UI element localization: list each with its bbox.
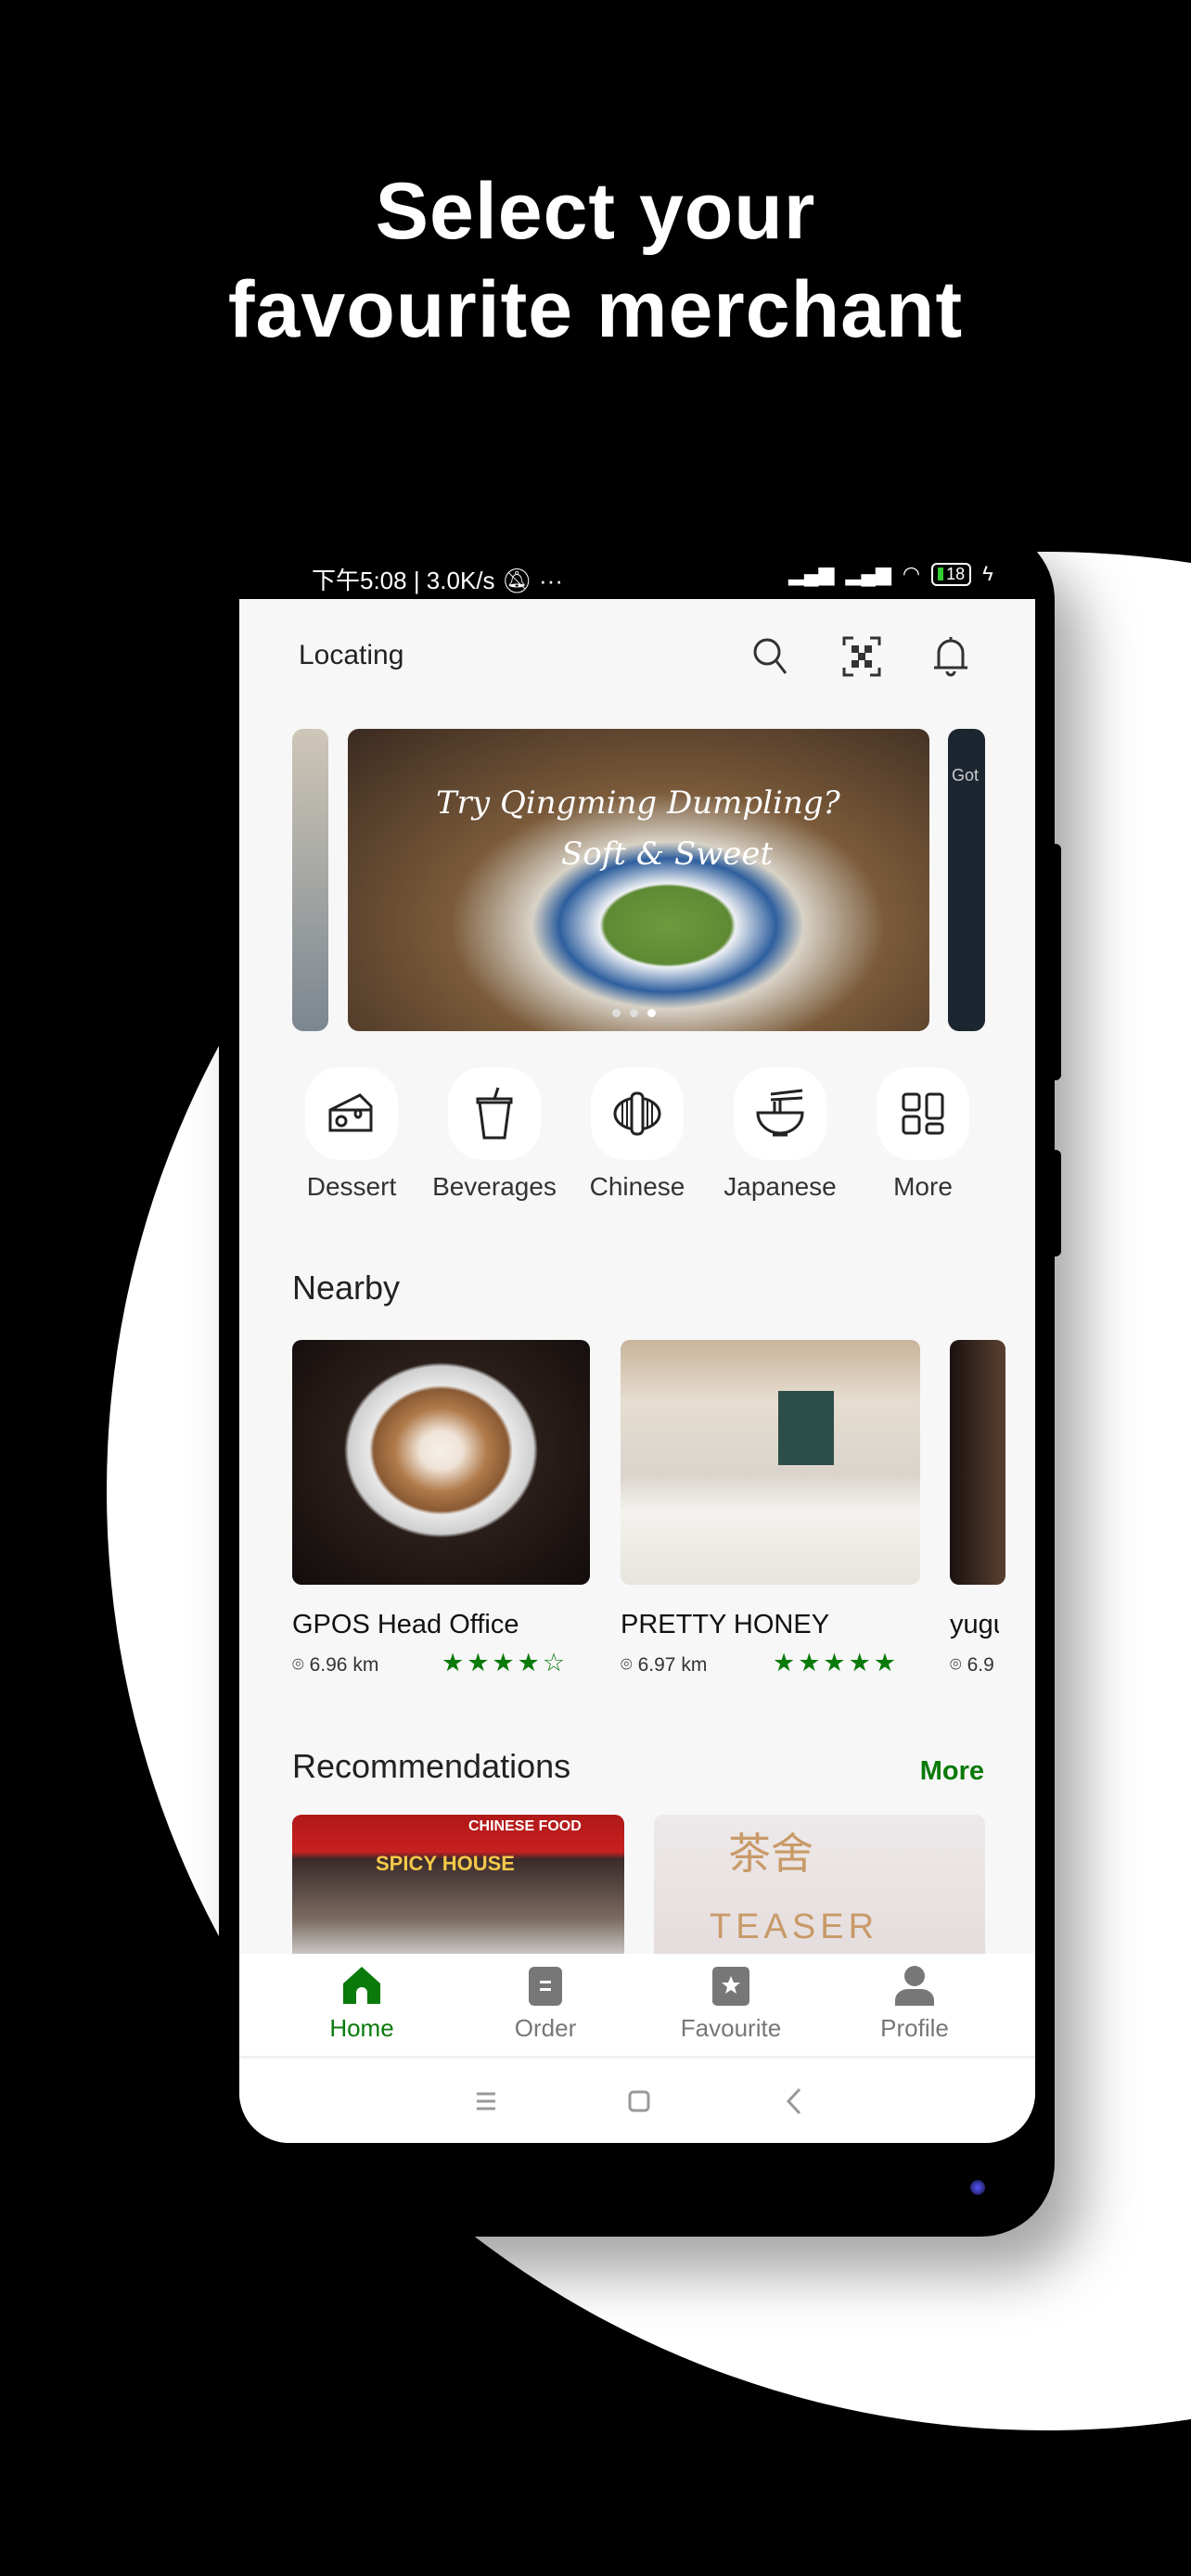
- nearby-image-pretty-honey[interactable]: [621, 1340, 920, 1585]
- order-icon: [529, 1967, 562, 2006]
- category-label: More: [893, 1172, 953, 1201]
- nearby-image-gpos[interactable]: [292, 1340, 590, 1585]
- category-chinese[interactable]: [591, 1067, 684, 1160]
- charging-icon: ϟ: [982, 562, 993, 585]
- merchant-distance: ⌾ 6.9: [950, 1654, 999, 1677]
- more-dots: ···: [539, 567, 563, 594]
- nav-favourite[interactable]: Favourite: [657, 1965, 805, 2043]
- bottom-nav: Home Order Favourite Profile: [239, 1954, 1035, 2058]
- drink-cup-icon: [476, 1087, 513, 1140]
- recommendations-more-link[interactable]: More: [920, 1756, 984, 1787]
- pager-dot[interactable]: [630, 1009, 638, 1017]
- power-button: [1048, 1150, 1061, 1256]
- banner-slide[interactable]: Try Qingming Dumpling? Soft & Sweet: [348, 729, 929, 1031]
- location-pin-icon: ⌾: [621, 1654, 633, 1676]
- qr-scan-icon[interactable]: [842, 636, 881, 677]
- nav-home[interactable]: Home: [288, 1965, 436, 2043]
- recommendations-heading: Recommendations: [292, 1747, 571, 1785]
- rating-stars: ★★★★★: [773, 1649, 900, 1677]
- banner-text-1: Try Qingming Dumpling?: [436, 784, 840, 822]
- cheese-cake-icon: [328, 1093, 373, 1132]
- status-bar-left: 下午5:08 | 3.0K/s 🔕︎ ···: [312, 562, 563, 596]
- category-dessert[interactable]: [305, 1067, 398, 1160]
- grid-icon: [902, 1092, 944, 1135]
- merchant-name[interactable]: GPOS Head Office: [292, 1610, 519, 1640]
- sign-text: TEASER: [710, 1907, 879, 1946]
- status-time: 下午5:08 | 3.0K/s: [312, 567, 495, 594]
- location-pin-icon: ⌾: [950, 1654, 962, 1676]
- banner-peek-text: Got: [952, 766, 980, 784]
- merchant-distance: ⌾ 6.96 km: [292, 1654, 378, 1677]
- nearby-heading: Nearby: [292, 1269, 401, 1307]
- banner-peek-left[interactable]: [292, 729, 328, 1031]
- status-bar-right: ▂▄▆ ▂▄▆ ◠ 18 ϟ: [788, 562, 993, 586]
- merchant-distance: ⌾ 6.97 km: [621, 1654, 707, 1677]
- nav-label: Home: [329, 2014, 394, 2042]
- recommendation-image-teaser[interactable]: 茶舍 TEASER: [654, 1815, 985, 1963]
- bell-icon[interactable]: [931, 634, 970, 679]
- camera-dot: [970, 2180, 985, 2195]
- banner-peek-right[interactable]: Got: [948, 729, 985, 1031]
- distance-value: 6.96 km: [309, 1654, 379, 1676]
- profile-icon: [895, 1966, 934, 2006]
- nav-profile[interactable]: Profile: [840, 1965, 989, 2043]
- distance-value: 6.97 km: [637, 1654, 708, 1676]
- noodle-bowl-icon: [756, 1089, 804, 1137]
- pager-dot-active[interactable]: [647, 1009, 656, 1017]
- banner-pager: [612, 1009, 656, 1017]
- search-icon[interactable]: [751, 636, 788, 677]
- battery-icon: 18: [931, 562, 972, 586]
- distance-value: 6.9: [967, 1654, 994, 1676]
- nav-order[interactable]: Order: [471, 1965, 620, 2043]
- wifi-icon: ◠: [902, 562, 921, 585]
- merchant-name[interactable]: yugu: [950, 1610, 999, 1640]
- shop-sign: [778, 1391, 834, 1465]
- merchant-name[interactable]: PRETTY HONEY: [621, 1610, 829, 1640]
- category-label: Dessert: [306, 1172, 397, 1201]
- recommendation-image-spicy-house[interactable]: CHINESE FOOD SPICY HOUSE: [292, 1815, 624, 1963]
- battery-level: 18: [946, 564, 966, 583]
- favourite-icon: [712, 1967, 749, 2006]
- menu-icon[interactable]: [475, 2090, 497, 2112]
- app-screen: Locating Try Qingming Dumpling? Soft & S…: [239, 599, 1035, 2143]
- signal-icon-2: ▂▄▆: [845, 562, 891, 585]
- pager-dot[interactable]: [612, 1009, 621, 1017]
- system-nav-bar: [239, 2060, 1035, 2143]
- nav-label: Favourite: [680, 2014, 782, 2042]
- rating-stars: ★★★★☆: [442, 1649, 569, 1677]
- category-label: Beverages: [432, 1172, 557, 1201]
- location-pin-icon: ⌾: [292, 1654, 304, 1676]
- dim-sum-icon: [613, 1091, 661, 1136]
- category-label: Chinese: [589, 1172, 685, 1201]
- volume-button: [1048, 844, 1061, 1080]
- sign-text: SPICY HOUSE: [376, 1852, 515, 1875]
- home-icon: [343, 1967, 380, 2004]
- category-label: Japanese: [724, 1172, 837, 1201]
- banner-text-2: Soft & Sweet: [561, 835, 774, 873]
- sign-text: 茶舍: [728, 1830, 813, 1878]
- home-square-icon[interactable]: [627, 2089, 651, 2113]
- nav-label: Profile: [880, 2014, 949, 2042]
- category-more[interactable]: [877, 1067, 969, 1160]
- category-japanese[interactable]: [734, 1067, 826, 1160]
- location-label[interactable]: Locating: [299, 640, 403, 671]
- sign-text: CHINESE FOOD: [468, 1818, 582, 1834]
- nav-label: Order: [514, 2014, 577, 2042]
- mute-icon: 🔕︎: [501, 567, 532, 594]
- category-beverages[interactable]: [448, 1067, 541, 1160]
- nearby-image-yugu[interactable]: [950, 1340, 1005, 1585]
- signal-icon: ▂▄▆: [788, 562, 835, 585]
- back-icon[interactable]: [785, 2087, 803, 2115]
